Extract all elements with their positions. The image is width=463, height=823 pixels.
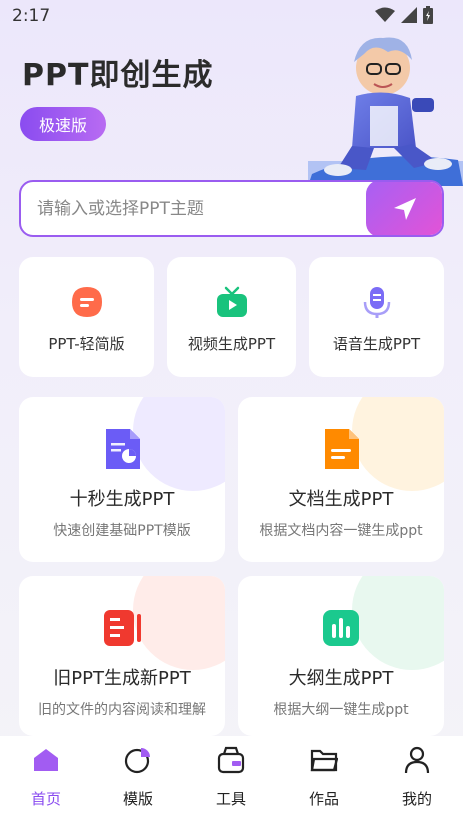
profile-icon	[404, 746, 430, 774]
tv-icon	[216, 286, 247, 317]
status-time: 2:17	[12, 6, 51, 26]
feature-subtitle: 根据文档内容一键生成ppt	[259, 523, 423, 539]
cell-signal-icon	[401, 7, 417, 23]
feature-title: 十秒生成PPT	[69, 489, 175, 510]
wifi-icon	[375, 7, 395, 22]
nav-profile[interactable]: 我的	[387, 746, 447, 809]
nav-label: 模版	[122, 790, 153, 808]
outline-chart-icon	[323, 610, 359, 646]
nav-works[interactable]: 作品	[294, 746, 354, 809]
card-decoration	[352, 576, 444, 670]
quick-action-label: PPT-轻简版	[48, 335, 125, 353]
quick-action-label: 视频生成PPT	[187, 335, 276, 353]
bottom-nav: 首页 模版 工具 作品 我的	[0, 736, 463, 823]
feature-title: 旧PPT生成新PPT	[53, 668, 191, 689]
slides-doc-icon	[106, 429, 140, 469]
edition-badge[interactable]: 极速版	[20, 107, 106, 141]
feature-subtitle: 根据大纲一键生成ppt	[273, 702, 409, 718]
quick-action-label: 语音生成PPT	[332, 335, 421, 353]
card-decoration	[133, 397, 225, 491]
send-arrow-icon	[394, 197, 416, 220]
nav-tools[interactable]: 工具	[201, 746, 261, 809]
card-decoration	[133, 576, 225, 670]
microphone-icon	[363, 287, 390, 318]
convert-icon	[104, 610, 141, 646]
nav-label: 我的	[401, 790, 432, 808]
template-icon	[124, 748, 150, 774]
feature-card-doc-to-ppt[interactable]: 文档生成PPT 根据文档内容一键生成ppt	[238, 397, 444, 562]
nav-label: 首页	[30, 790, 61, 808]
page-title: PPT即创生成	[22, 58, 214, 93]
nav-label: 作品	[308, 790, 339, 808]
feature-card-ten-second-ppt[interactable]: 十秒生成PPT 快速创建基础PPT模版	[19, 397, 225, 562]
feature-subtitle: 快速创建基础PPT模版	[53, 523, 191, 539]
feature-title: 文档生成PPT	[288, 489, 394, 510]
quick-action-ppt-lite[interactable]: PPT-轻简版	[19, 257, 154, 377]
status-icons	[375, 6, 433, 24]
folder-icon	[310, 749, 339, 772]
send-button[interactable]	[366, 182, 442, 235]
nav-home[interactable]: 首页	[16, 746, 76, 809]
ppt-lite-icon	[71, 287, 102, 317]
feature-card-old-to-new-ppt[interactable]: 旧PPT生成新PPT 旧的文件的内容阅读和理解	[19, 576, 225, 736]
feature-subtitle: 旧的文件的内容阅读和理解	[38, 702, 206, 718]
status-bar: 2:17	[0, 0, 463, 32]
toolbox-icon	[217, 746, 245, 774]
nav-template[interactable]: 模版	[108, 746, 168, 809]
mascot-illustration	[308, 37, 463, 186]
feature-title: 大纲生成PPT	[288, 668, 394, 689]
feature-card-outline-to-ppt[interactable]: 大纲生成PPT 根据大纲一键生成ppt	[238, 576, 444, 736]
battery-icon	[423, 6, 433, 24]
home-icon	[34, 749, 58, 771]
quick-action-voice-to-ppt[interactable]: 语音生成PPT	[309, 257, 444, 377]
nav-label: 工具	[215, 790, 246, 808]
topic-search-input[interactable]	[37, 182, 357, 235]
card-decoration	[352, 397, 444, 491]
document-icon	[325, 429, 359, 469]
topic-search-box	[19, 180, 444, 237]
quick-action-video-to-ppt[interactable]: 视频生成PPT	[167, 257, 296, 377]
